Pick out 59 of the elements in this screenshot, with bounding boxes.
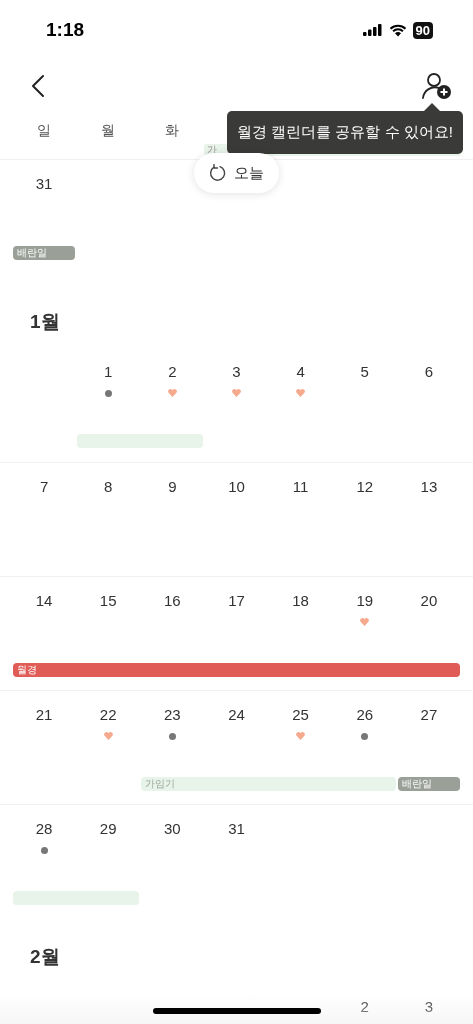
period-bar[interactable]: 월경	[13, 663, 460, 677]
day-number[interactable]: 10	[228, 477, 245, 497]
day-number[interactable]: 9	[168, 477, 177, 497]
day-number[interactable]: 27	[420, 705, 438, 725]
day-number[interactable]: 28	[35, 819, 53, 839]
back-icon[interactable]	[31, 74, 45, 98]
day-number[interactable]: 30	[164, 819, 181, 839]
day-number[interactable]: 20	[420, 591, 438, 611]
day-number[interactable]: 22	[99, 705, 117, 725]
status-time: 1:18	[46, 19, 85, 41]
day-number[interactable]: 15	[99, 591, 117, 611]
day-number[interactable]: 29	[99, 819, 117, 839]
day-number[interactable]: 3	[424, 997, 434, 1017]
signal-icon	[362, 24, 383, 36]
day-number[interactable]: 31	[228, 819, 245, 839]
month-title: 2월	[29, 945, 61, 969]
day-number[interactable]: 11	[292, 477, 309, 497]
day-number[interactable]: 17	[228, 591, 245, 611]
heart-icon	[167, 389, 177, 397]
weekday-label: 화	[165, 122, 180, 140]
heart-icon	[232, 389, 241, 397]
day-number[interactable]: 2	[168, 362, 177, 382]
weekday-label: 일	[37, 122, 52, 140]
share-tooltip: 월경 캘린더를 공유할 수 있어요!	[227, 111, 463, 154]
battery-indicator: 90	[412, 21, 433, 39]
day-number[interactable]: 25	[292, 705, 309, 725]
day-number[interactable]: 23	[164, 705, 181, 725]
day-number[interactable]: 12	[356, 477, 374, 497]
day-number[interactable]: 16	[164, 591, 181, 611]
day-number[interactable]: 26	[356, 705, 374, 725]
day-number[interactable]: 6	[424, 362, 434, 382]
day-number[interactable]: 1	[104, 362, 113, 382]
day-number[interactable]: 7	[39, 477, 49, 497]
day-number[interactable]: 13	[420, 477, 438, 497]
day-number[interactable]: 5	[360, 362, 369, 382]
day-number[interactable]: 14	[35, 591, 53, 611]
day-number[interactable]: 19	[356, 591, 374, 611]
refresh-icon	[209, 164, 227, 182]
day-number[interactable]: 24	[228, 705, 245, 725]
dot-icon	[104, 390, 112, 397]
dot-icon	[168, 733, 176, 740]
add-person-icon[interactable]	[421, 72, 453, 100]
heart-icon	[103, 732, 113, 740]
day-number[interactable]: 3	[232, 362, 241, 382]
heart-icon	[296, 389, 306, 397]
dot-icon	[361, 733, 369, 740]
wifi-icon	[388, 23, 407, 37]
day-number[interactable]: 21	[35, 705, 53, 725]
heart-icon	[296, 732, 306, 740]
dot-icon	[40, 847, 48, 854]
day-number[interactable]: 8	[104, 477, 113, 497]
month-title: 1월	[29, 310, 61, 334]
today-button[interactable]: 오늘	[194, 153, 279, 193]
day-number[interactable]: 4	[296, 362, 305, 382]
day-number[interactable]: 31	[35, 174, 53, 194]
day-number[interactable]: 2	[360, 997, 369, 1017]
day-number[interactable]: 18	[292, 591, 309, 611]
weekday-label: 월	[101, 122, 116, 140]
heart-icon	[360, 618, 370, 626]
